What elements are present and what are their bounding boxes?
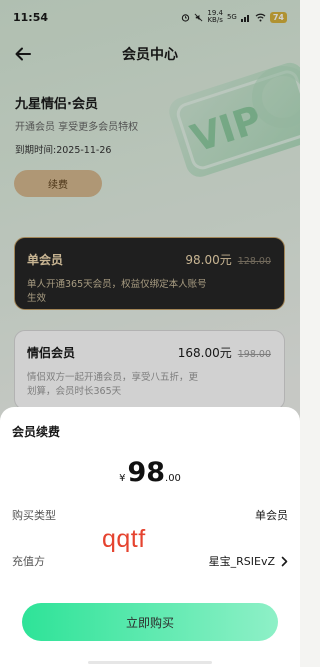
payment-amount: ¥ 98 .00	[0, 457, 300, 488]
recharge-account-label: 充值方	[12, 555, 45, 568]
recharge-account-value: 星宝_RSIEvZ	[209, 553, 288, 569]
recharge-account-row[interactable]: 充值方 星宝_RSIEvZ	[12, 551, 288, 571]
amount-integer: 98	[127, 457, 166, 488]
sheet-title: 会员续费	[12, 425, 61, 439]
currency-symbol: ¥	[119, 473, 126, 484]
buy-now-button[interactable]: 立即购买	[22, 603, 278, 641]
account-name: 星宝_RSIEvZ	[208, 555, 275, 568]
purchase-type-value: 单会员	[255, 509, 288, 522]
handwritten-watermark: qqtf	[102, 525, 146, 553]
purchase-type-label: 购买类型	[12, 509, 56, 522]
chevron-right-icon	[281, 556, 288, 566]
home-indicator	[88, 661, 212, 664]
purchase-type-row: 购买类型 单会员	[12, 505, 288, 525]
membership-page: 11:54 19.4 KB/s 5G 74 会员中心 VIP 九星情侣·会员 开…	[0, 0, 300, 667]
amount-decimal: .00	[165, 473, 181, 484]
